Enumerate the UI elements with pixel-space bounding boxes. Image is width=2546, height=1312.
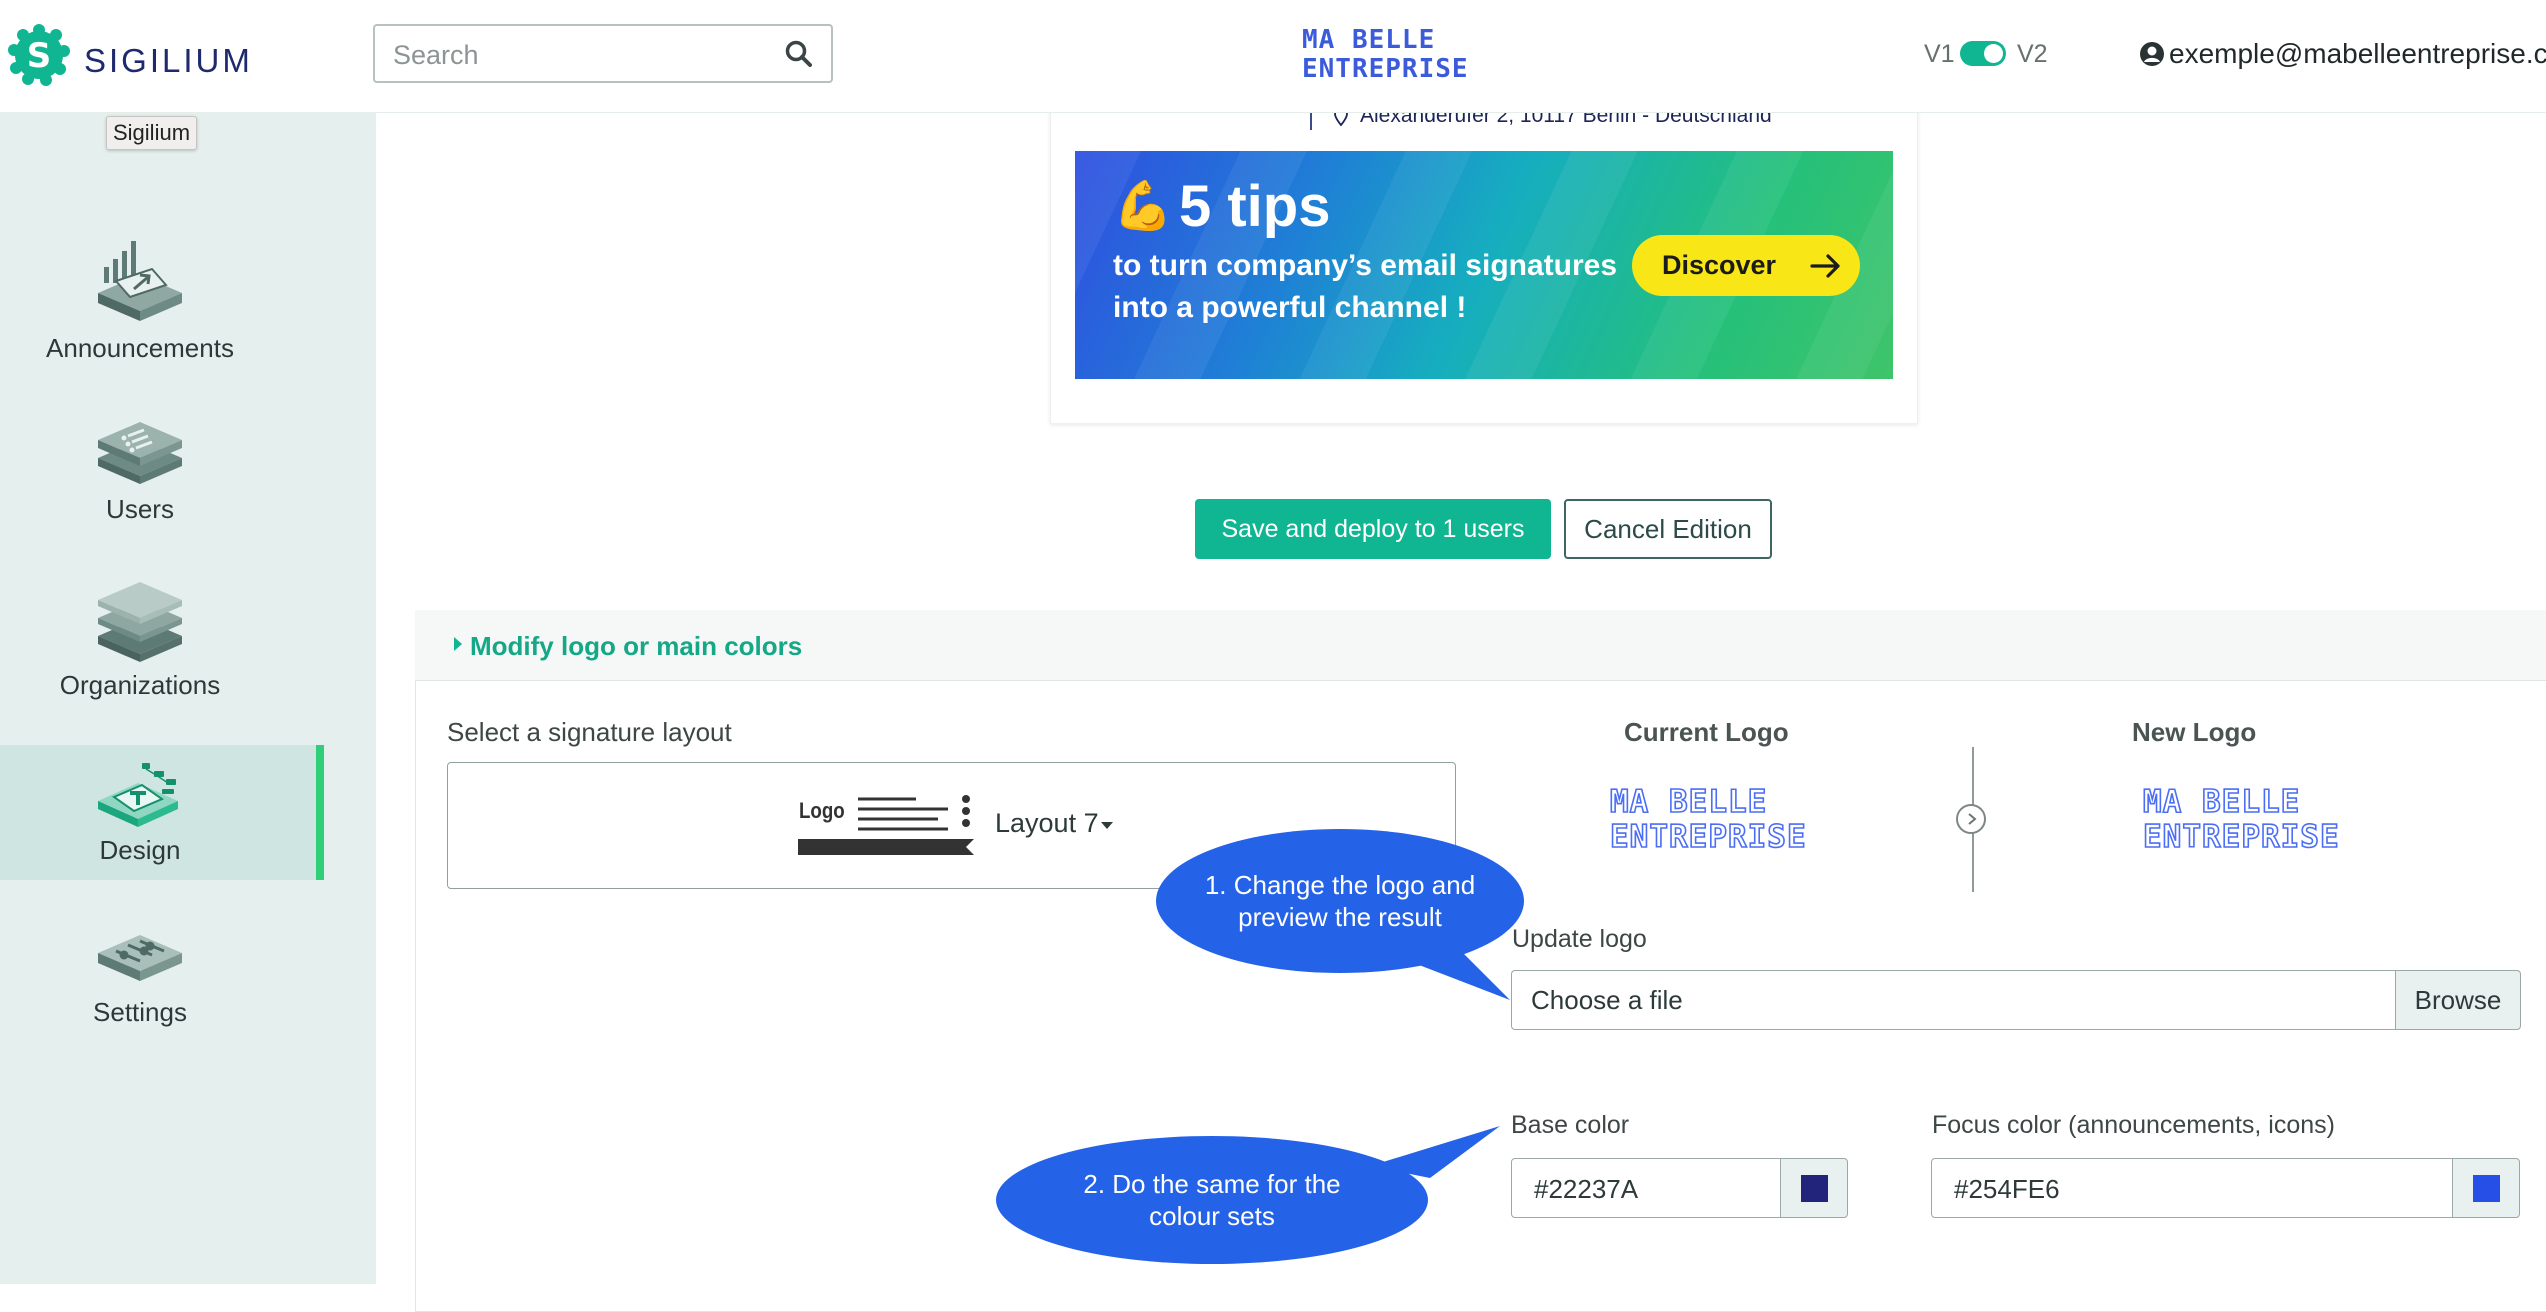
base-color-label: Base color bbox=[1511, 1111, 1630, 1139]
current-logo-label: Current Logo bbox=[1624, 717, 1789, 747]
discover-button-label: Discover bbox=[1662, 250, 1777, 280]
banner-subtitle: to turn company’s email signatures into … bbox=[1113, 245, 1633, 329]
chevron-right-icon bbox=[1968, 813, 1977, 825]
sidebar-item-label: Settings bbox=[93, 997, 187, 1027]
user-email[interactable]: exemple@mabelleentreprise.com bbox=[2169, 38, 2546, 70]
signature-banner[interactable]: 💪 5 tips to turn company’s email signatu… bbox=[1075, 151, 1893, 379]
base-color-field[interactable] bbox=[1511, 1158, 1781, 1218]
company-logo-line2: ENTREPRISE bbox=[1302, 54, 1469, 84]
base-color-swatch[interactable] bbox=[1801, 1175, 1828, 1202]
layout-selected-value[interactable]: Layout 7 bbox=[995, 808, 1099, 839]
focus-color-field[interactable] bbox=[1931, 1158, 2453, 1218]
cancel-edition-button[interactable]: Cancel Edition bbox=[1564, 499, 1772, 559]
callout-step-1: 1. Change the logo and preview the resul… bbox=[1156, 829, 1524, 973]
search-icon[interactable] bbox=[785, 40, 813, 68]
sidebar-item-organizations[interactable]: Organizations bbox=[0, 578, 324, 708]
sidebar-item-label: Users bbox=[106, 494, 174, 524]
caret-right-icon[interactable] bbox=[454, 637, 462, 651]
company-logo-line1: MA BELLE bbox=[1302, 25, 1436, 55]
new-logo-line1: MA BELLE bbox=[2142, 784, 2301, 821]
current-logo-line1: MA BELLE bbox=[1609, 784, 1768, 821]
logo-compare-arrow bbox=[1956, 804, 1986, 834]
organizations-icon bbox=[98, 582, 182, 662]
current-logo-line2: ENTREPRISE bbox=[1609, 819, 1807, 856]
user-avatar-icon[interactable] bbox=[2139, 41, 2165, 67]
save-deploy-button[interactable]: Save and deploy to 1 users bbox=[1195, 499, 1551, 559]
discover-button[interactable]: Discover bbox=[1632, 235, 1860, 296]
focus-color-label: Focus color (announcements, icons) bbox=[1932, 1111, 2335, 1139]
base-color-picker[interactable] bbox=[1780, 1158, 1848, 1218]
current-logo-image: MA BELLE ENTREPRISE bbox=[1609, 784, 1807, 856]
new-logo-image: MA BELLE ENTREPRISE bbox=[2142, 784, 2340, 856]
design-icon bbox=[98, 763, 178, 827]
version-toggle[interactable] bbox=[1960, 41, 2006, 66]
top-bar: S SIGILIUM MA BELLE ENTREPRISE V1 V2 exe… bbox=[0, 0, 2546, 113]
sidebar-item-label: Announcements bbox=[46, 333, 234, 363]
sidebar-item-label: Design bbox=[99, 835, 181, 865]
sigilium-logo-icon[interactable]: S bbox=[6, 24, 72, 86]
arrow-right-icon bbox=[1810, 254, 1840, 278]
callout-step-2: 2. Do the same for the colour sets bbox=[996, 1136, 1428, 1264]
search-box[interactable] bbox=[373, 24, 833, 83]
focus-color-picker[interactable] bbox=[2452, 1158, 2520, 1218]
brand-name[interactable]: SIGILIUM bbox=[84, 42, 253, 80]
layout-preview-logo-word: Logo bbox=[799, 798, 845, 823]
version-v2-label: V2 bbox=[2017, 40, 2048, 68]
sidebar-item-settings[interactable]: Settings bbox=[0, 915, 324, 1035]
svg-text:S: S bbox=[27, 36, 52, 76]
focus-color-swatch[interactable] bbox=[2473, 1175, 2500, 1202]
muscle-emoji-icon: 💪 bbox=[1113, 180, 1173, 233]
design-panel-title[interactable]: Modify logo or main colors bbox=[470, 631, 802, 662]
brand-tooltip: Sigilium bbox=[106, 116, 198, 150]
version-v1-label: V1 bbox=[1924, 40, 1955, 68]
chevron-down-icon[interactable] bbox=[1101, 822, 1113, 829]
users-icon bbox=[98, 422, 182, 484]
banner-subtitle-line2: into a powerful channel ! bbox=[1113, 291, 1467, 324]
file-input-placeholder[interactable]: Choose a file bbox=[1531, 985, 1683, 1016]
settings-icon bbox=[98, 935, 182, 981]
toggle-knob bbox=[1984, 44, 2003, 63]
announcements-icon bbox=[98, 241, 182, 321]
banner-title: 5 tips bbox=[1179, 174, 1331, 239]
company-logo: MA BELLE ENTREPRISE bbox=[1302, 26, 1469, 84]
search-input[interactable] bbox=[391, 36, 755, 74]
sidebar-item-announcements[interactable]: Announcements bbox=[0, 225, 324, 375]
update-logo-label: Update logo bbox=[1512, 925, 1647, 953]
layout-select-label: Select a signature layout bbox=[447, 717, 732, 747]
sidebar-item-label: Organizations bbox=[59, 670, 221, 700]
new-logo-line2: ENTREPRISE bbox=[2142, 819, 2340, 856]
sidebar-item-users[interactable]: Users bbox=[0, 412, 324, 532]
browse-button[interactable]: Browse bbox=[2395, 970, 2521, 1030]
base-color-input[interactable] bbox=[1532, 1173, 1736, 1206]
focus-color-input[interactable] bbox=[1952, 1173, 2156, 1206]
sidebar-item-design[interactable]: Design bbox=[0, 745, 324, 880]
new-logo-label: New Logo bbox=[2132, 717, 2257, 747]
banner-subtitle-line1: to turn company’s email signatures bbox=[1113, 249, 1618, 282]
